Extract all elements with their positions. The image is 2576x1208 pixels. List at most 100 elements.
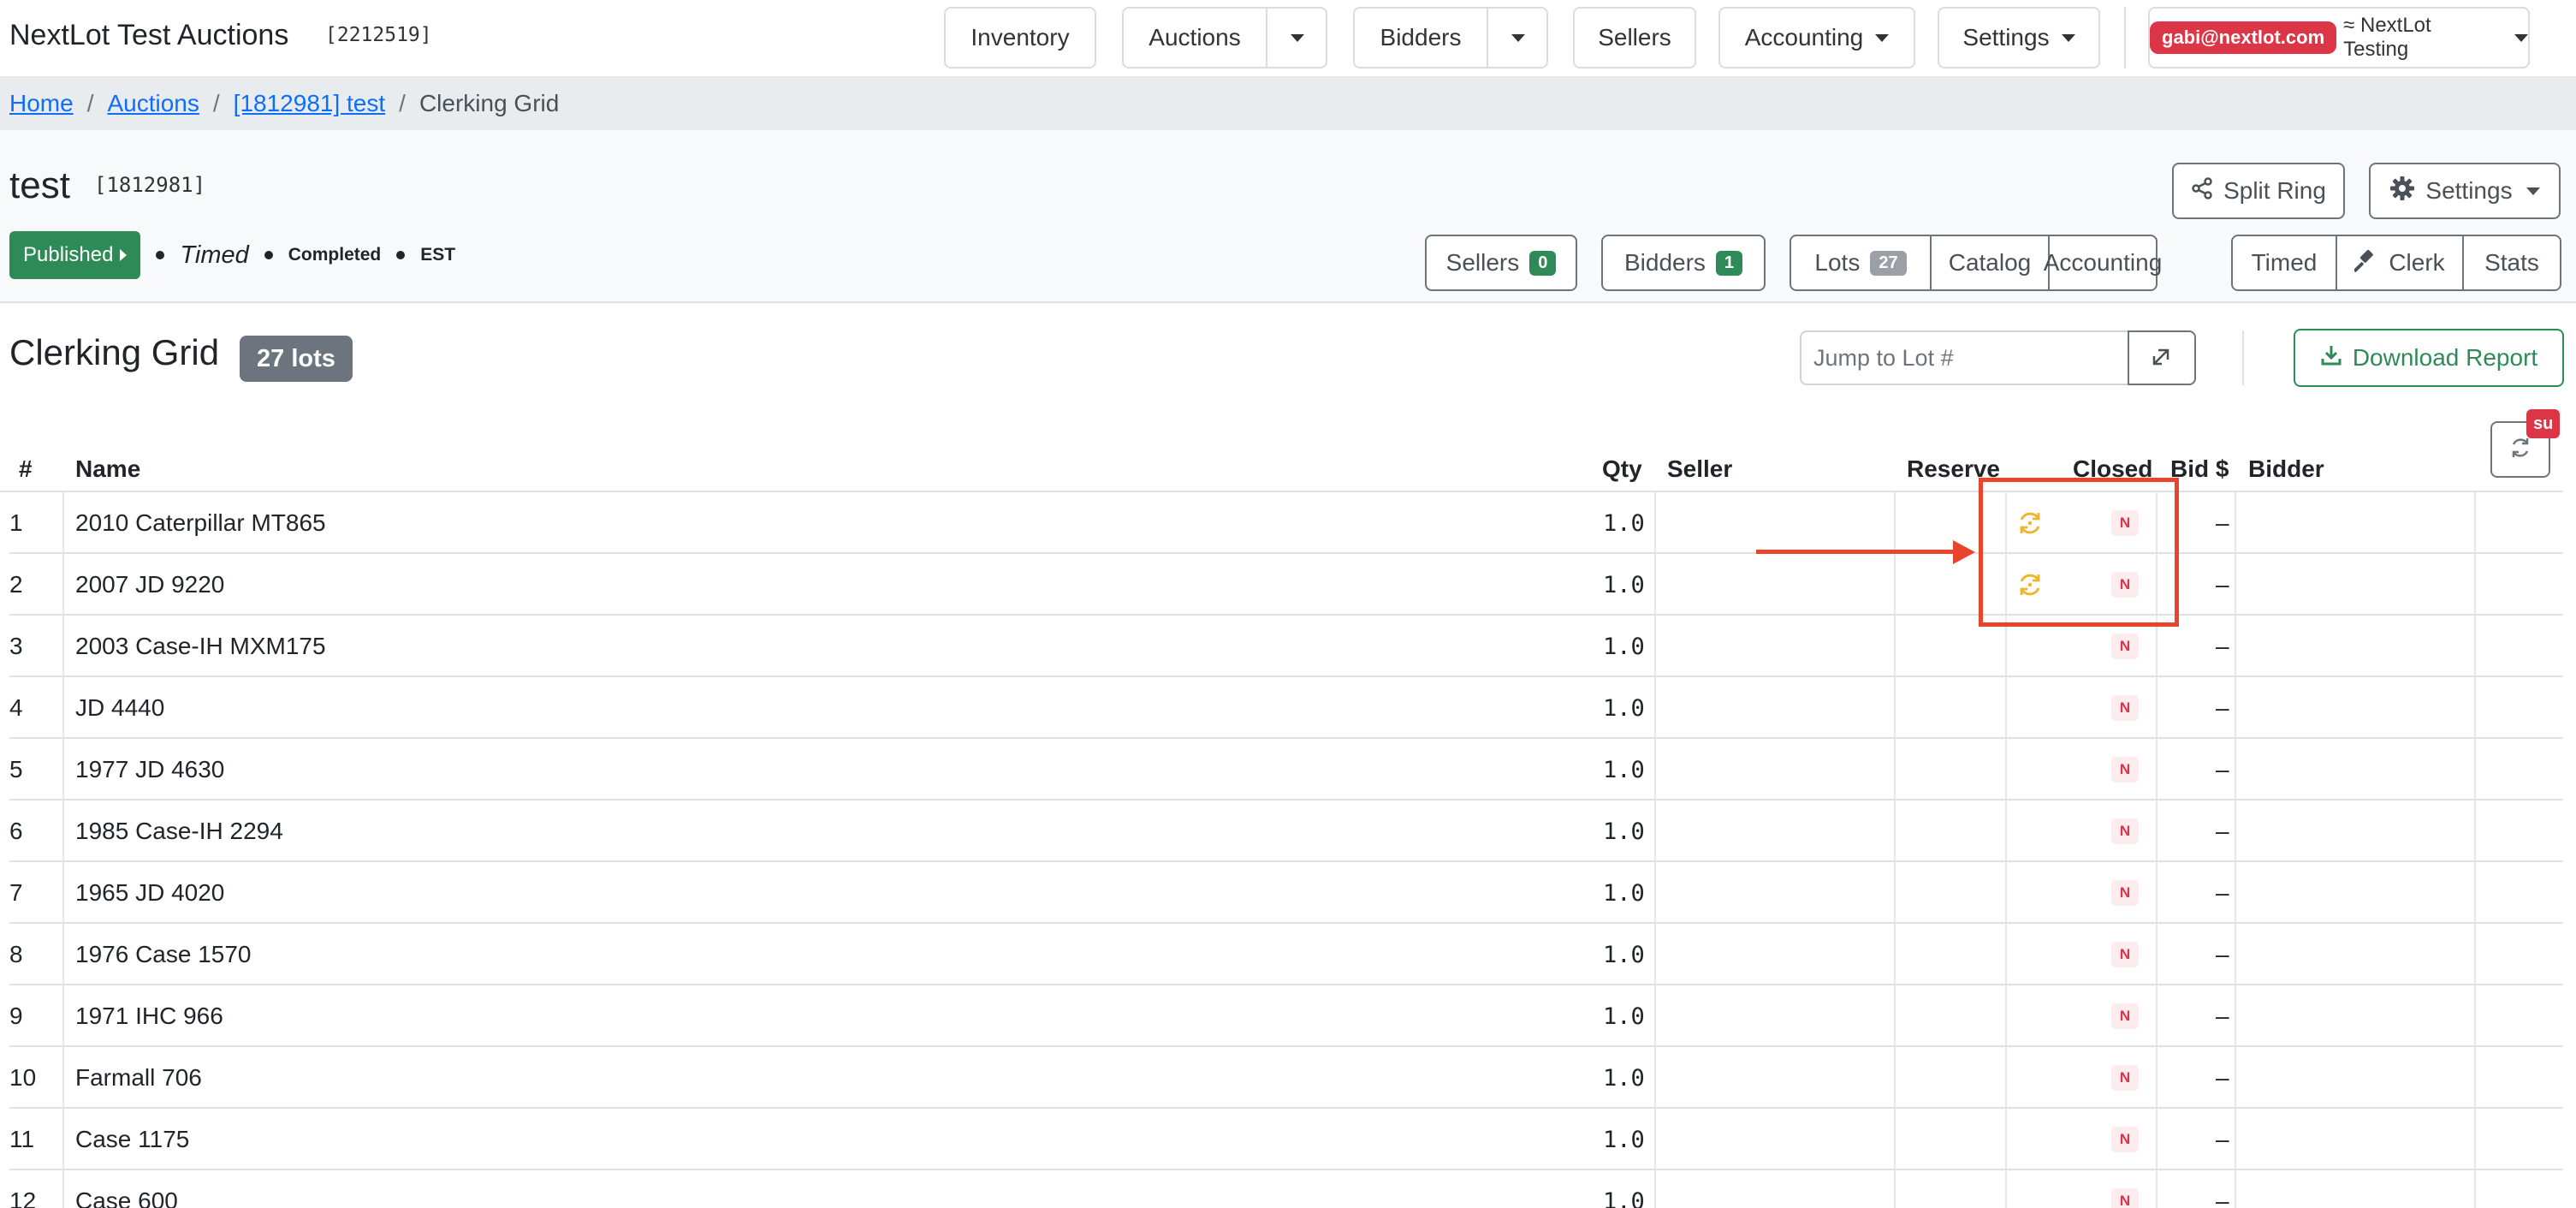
closed-status-badge[interactable]: N: [2111, 818, 2139, 844]
jump-to-lot-input[interactable]: [1800, 330, 2128, 385]
closed-status-badge[interactable]: N: [2111, 942, 2139, 967]
clerk-tab-button[interactable]: Clerk: [2337, 236, 2464, 289]
table-row[interactable]: 11 Case 1175 1.0 N –: [9, 1109, 2563, 1170]
annotation-highlight-box: [1979, 478, 2179, 627]
user-account-dropdown[interactable]: gabi@nextlot.com ≈ NextLot Testing: [2148, 7, 2530, 68]
table-row[interactable]: 9 1971 IHC 966 1.0 N –: [9, 985, 2563, 1047]
closed-status-badge[interactable]: N: [2111, 757, 2139, 783]
inventory-button[interactable]: Inventory: [944, 7, 1096, 68]
lot-seller-cell[interactable]: [1654, 1109, 1894, 1170]
closed-status-badge[interactable]: N: [2111, 1127, 2139, 1152]
lot-name[interactable]: Case 600: [75, 1170, 178, 1208]
closed-status-badge[interactable]: N: [2111, 1065, 2139, 1091]
lot-seller-cell[interactable]: [1654, 985, 1894, 1047]
lot-bidder-cell[interactable]: [2235, 616, 2474, 677]
timed-tab-button[interactable]: Timed: [2233, 236, 2337, 289]
lot-bidder-cell[interactable]: [2235, 677, 2474, 739]
lot-reserve-cell[interactable]: [1894, 677, 2005, 739]
accounting-tab-button[interactable]: Accounting: [2044, 236, 2163, 289]
lot-bidder-cell[interactable]: [2235, 862, 2474, 924]
table-row[interactable]: 5 1977 JD 4630 1.0 N –: [9, 739, 2563, 800]
lot-name[interactable]: 2010 Caterpillar MT865: [75, 492, 326, 554]
table-row[interactable]: 1 2010 Caterpillar MT865 1.0 N –: [9, 492, 2563, 554]
lot-name[interactable]: 1971 IHC 966: [75, 985, 223, 1047]
lot-seller-cell[interactable]: [1654, 1170, 1894, 1208]
sellers-tab-button[interactable]: Sellers 0: [1425, 235, 1577, 291]
lot-seller-cell[interactable]: [1654, 862, 1894, 924]
lot-seller-cell[interactable]: [1654, 554, 1894, 616]
chevron-down-icon: [1875, 33, 1890, 42]
lot-name[interactable]: JD 4440: [75, 677, 164, 739]
closed-status-badge[interactable]: N: [2111, 880, 2139, 906]
lot-reserve-cell[interactable]: [1894, 985, 2005, 1047]
lot-reserve-cell[interactable]: [1894, 862, 2005, 924]
lot-seller-cell[interactable]: [1654, 1047, 1894, 1109]
table-row[interactable]: 3 2003 Case-IH MXM175 1.0 N –: [9, 616, 2563, 677]
breadcrumb-home[interactable]: Home: [9, 90, 74, 117]
lot-seller-cell[interactable]: [1654, 616, 1894, 677]
table-row[interactable]: 12 Case 600 1.0 N –: [9, 1170, 2563, 1208]
lot-bidder-cell[interactable]: [2235, 800, 2474, 862]
published-status-button[interactable]: Published: [9, 231, 141, 279]
lot-name[interactable]: 1985 Case-IH 2294: [75, 800, 283, 862]
lot-name[interactable]: 2007 JD 9220: [75, 554, 224, 616]
lot-bidder-cell[interactable]: [2235, 492, 2474, 554]
table-row[interactable]: 2 2007 JD 9220 1.0 N –: [9, 554, 2563, 616]
closed-status-badge[interactable]: N: [2111, 634, 2139, 659]
settings-dropdown[interactable]: Settings: [1938, 7, 2100, 68]
sellers-button[interactable]: Sellers: [1573, 7, 1696, 68]
lot-bidder-cell[interactable]: [2235, 554, 2474, 616]
lot-reserve-cell[interactable]: [1894, 800, 2005, 862]
jump-to-lot-button[interactable]: [2128, 330, 2196, 385]
breadcrumb-auctions[interactable]: Auctions: [107, 90, 199, 117]
col-name[interactable]: Name: [75, 455, 140, 483]
bidders-dropdown-toggle[interactable]: [1488, 9, 1548, 67]
lot-seller-cell[interactable]: [1654, 492, 1894, 554]
catalog-tab-button[interactable]: Catalog: [1932, 236, 2050, 289]
bidders-tab-button[interactable]: Bidders 1: [1601, 235, 1766, 291]
timezone-label: EST: [420, 245, 456, 265]
lot-reserve-cell[interactable]: [1894, 1109, 2005, 1170]
lot-reserve-cell[interactable]: [1894, 739, 2005, 800]
lot-bidder-cell[interactable]: [2235, 924, 2474, 985]
lot-number: 4: [9, 694, 23, 721]
lot-seller-cell[interactable]: [1654, 800, 1894, 862]
lot-reserve-cell[interactable]: [1894, 1170, 2005, 1208]
brand-name[interactable]: NextLot Test Auctions: [9, 19, 288, 52]
lot-reserve-cell[interactable]: [1894, 924, 2005, 985]
auction-settings-dropdown[interactable]: Settings: [2369, 163, 2561, 219]
bidders-button[interactable]: Bidders: [1355, 24, 1487, 51]
lot-seller-cell[interactable]: [1654, 677, 1894, 739]
table-row[interactable]: 7 1965 JD 4020 1.0 N –: [9, 862, 2563, 924]
accounting-dropdown[interactable]: Accounting: [1718, 7, 1915, 68]
lot-name[interactable]: 1976 Case 1570: [75, 924, 252, 985]
table-row[interactable]: 8 1976 Case 1570 1.0 N –: [9, 924, 2563, 985]
split-ring-button[interactable]: Split Ring: [2172, 163, 2345, 219]
lot-seller-cell[interactable]: [1654, 739, 1894, 800]
closed-status-badge[interactable]: N: [2111, 1188, 2139, 1208]
lot-bidder-cell[interactable]: [2235, 1170, 2474, 1208]
stats-tab-button[interactable]: Stats: [2464, 236, 2560, 289]
lot-name[interactable]: Farmall 706: [75, 1047, 202, 1109]
table-row[interactable]: 10 Farmall 706 1.0 N –: [9, 1047, 2563, 1109]
table-row[interactable]: 6 1985 Case-IH 2294 1.0 N –: [9, 800, 2563, 862]
lot-bidder-cell[interactable]: [2235, 739, 2474, 800]
lot-reserve-cell[interactable]: [1894, 1047, 2005, 1109]
lot-name[interactable]: 1965 JD 4020: [75, 862, 224, 924]
lot-bidder-cell[interactable]: [2235, 985, 2474, 1047]
download-report-button[interactable]: Download Report: [2294, 329, 2564, 387]
lot-name[interactable]: Case 1175: [75, 1109, 189, 1170]
auctions-button[interactable]: Auctions: [1124, 24, 1266, 51]
auctions-dropdown-toggle[interactable]: [1267, 9, 1327, 67]
lot-bidder-cell[interactable]: [2235, 1047, 2474, 1109]
table-row[interactable]: 4 JD 4440 1.0 N –: [9, 677, 2563, 739]
breadcrumb-auction[interactable]: [1812981] test: [234, 90, 385, 117]
lot-name[interactable]: 2003 Case-IH MXM175: [75, 616, 326, 677]
closed-status-badge[interactable]: N: [2111, 695, 2139, 721]
closed-status-badge[interactable]: N: [2111, 1003, 2139, 1029]
lot-bidder-cell[interactable]: [2235, 1109, 2474, 1170]
lot-name[interactable]: 1977 JD 4630: [75, 739, 224, 800]
lot-seller-cell[interactable]: [1654, 924, 1894, 985]
bid-amount: –: [2216, 1187, 2229, 1208]
lots-tab-button[interactable]: Lots 27: [1791, 236, 1932, 289]
